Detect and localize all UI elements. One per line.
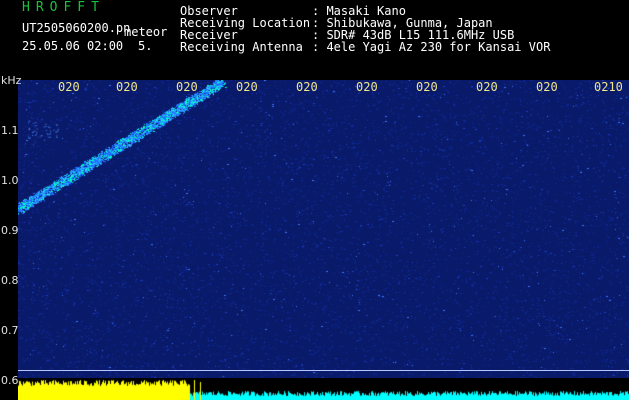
y-tick: 1.0: [1, 174, 19, 187]
time-tick: 020: [58, 80, 80, 94]
spectrogram: [18, 80, 629, 380]
khz-unit-label: kHz: [1, 74, 22, 87]
filename-label: UT2505060200.pn: [22, 21, 131, 35]
y-tick: 0.8: [1, 274, 19, 287]
meteor-label: meteor: [124, 25, 168, 39]
time-tick: 020: [356, 80, 378, 94]
time-tick: 020: [116, 80, 138, 94]
antenna-label: Receiving Antenna: [180, 40, 303, 54]
time-tick: 0210: [594, 80, 623, 94]
power-trace: [18, 378, 629, 400]
time-tick: 020: [476, 80, 498, 94]
hrofft-window: HROFFT UT2505060200.pn meteor 25.05.06 0…: [0, 0, 629, 400]
time-tick: 020: [236, 80, 258, 94]
y-tick: 1.1: [1, 124, 19, 137]
time-tick: 020: [176, 80, 198, 94]
y-tick: 0.7: [1, 324, 19, 337]
datetime-label: 25.05.06 02:00: [22, 39, 124, 53]
time-tick: 020: [536, 80, 558, 94]
reference-line-upper: [18, 370, 629, 371]
time-tick: 020: [296, 80, 318, 94]
y-tick: 0.6: [1, 374, 19, 387]
time-tick: 020: [416, 80, 438, 94]
app-title: HROFFT: [22, 0, 105, 15]
meteor-count: 5.: [138, 39, 153, 53]
antenna-value: : 4ele Yagi Az 230 for Kansai VOR: [312, 40, 551, 54]
y-tick: 0.9: [1, 224, 19, 237]
